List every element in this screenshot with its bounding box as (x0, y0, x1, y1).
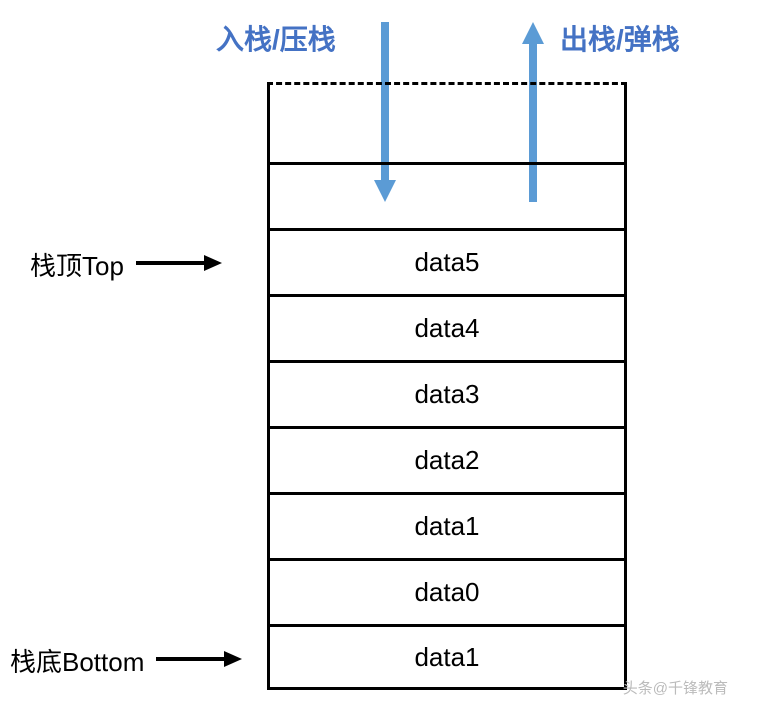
stack-top-label: 栈顶Top (30, 246, 222, 283)
stack-open-top (267, 82, 627, 162)
stack-cell: data4 (267, 294, 627, 360)
top-label-text: 栈顶Top (30, 246, 124, 283)
stack-container: data5 data4 data3 data2 data1 data0 data… (267, 82, 627, 690)
stack-cell: data5 (267, 228, 627, 294)
stack-cell: data0 (267, 558, 627, 624)
stack-cell: data1 (267, 624, 627, 690)
arrow-right-icon (136, 249, 222, 280)
pop-label: 出栈/弹栈 (560, 18, 680, 58)
stack-bottom-label: 栈底Bottom (10, 642, 242, 679)
stack-cell: data1 (267, 492, 627, 558)
watermark: 头条@千锋教育 (623, 677, 728, 698)
push-label: 入栈/压栈 (216, 18, 336, 58)
stack-cell-empty (267, 162, 627, 228)
stack-cell: data2 (267, 426, 627, 492)
bottom-label-text: 栈底Bottom (10, 642, 144, 679)
stack-cell: data3 (267, 360, 627, 426)
arrow-right-icon (156, 645, 242, 676)
